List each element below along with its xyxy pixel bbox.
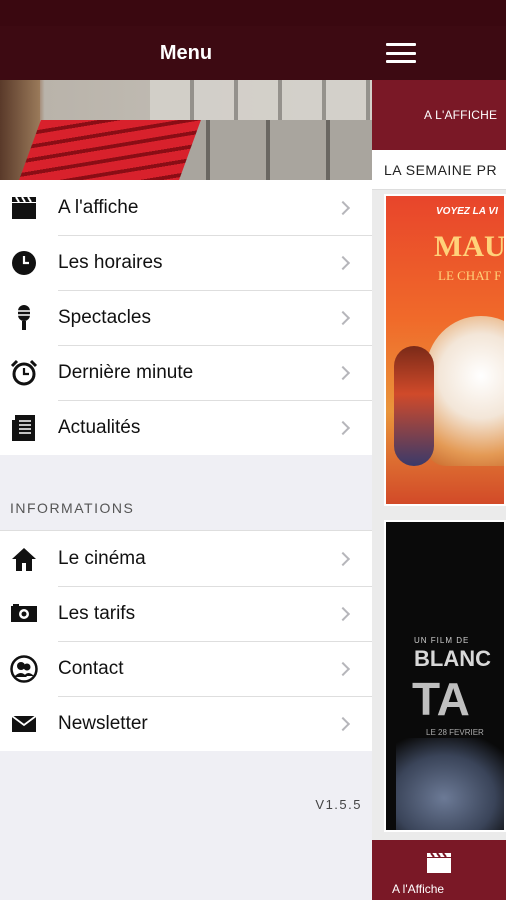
status-bar: [0, 0, 506, 26]
chevron-right-icon: [335, 255, 351, 270]
app-version: V1.5.5: [315, 797, 362, 812]
microphone-icon: [10, 304, 38, 332]
menu-item-label: Dernière minute: [58, 361, 194, 383]
poster-date: LE 28 FEVRIER: [426, 728, 484, 737]
bottom-tab-a-l-affiche[interactable]: A l'Affiche: [372, 840, 506, 900]
menu-item-label: A l'affiche: [58, 196, 139, 218]
section-title: LA SEMAINE PR: [372, 150, 506, 190]
chevron-right-icon: [335, 661, 351, 676]
menu-item-le-cinema[interactable]: Le cinéma: [0, 531, 372, 586]
poster-tagline: VOYEZ LA VI: [436, 206, 498, 217]
menu-item-spectacles[interactable]: Spectacles: [0, 290, 372, 345]
chevron-right-icon: [335, 310, 351, 325]
bottom-tab-label: A l'Affiche: [392, 882, 445, 896]
poster-girl-illustration: [394, 346, 434, 466]
alarm-clock-icon: [10, 359, 38, 387]
tab-a-l-affiche[interactable]: A L'AFFICHE: [372, 80, 506, 150]
menu-item-newsletter[interactable]: Newsletter: [0, 696, 372, 751]
ticket-icon: [10, 600, 38, 628]
info-menu-list: Le cinéma Les tarifs Contact Newsletter: [0, 531, 372, 751]
chevron-right-icon: [335, 420, 351, 435]
menu-item-label: Spectacles: [58, 306, 151, 328]
chevron-right-icon: [335, 365, 351, 380]
movie-poster[interactable]: UN FILM DE BLANC TA LE 28 FEVRIER: [384, 520, 506, 832]
menu-item-label: Le cinéma: [58, 547, 146, 569]
home-icon: [10, 545, 38, 573]
menu-item-les-tarifs[interactable]: Les tarifs: [0, 586, 372, 641]
menu-item-label: Newsletter: [58, 712, 148, 734]
poster-credit: UN FILM DE: [414, 636, 470, 645]
menu-title: Menu: [159, 41, 213, 64]
movie-poster[interactable]: VOYEZ LA VI MAUI LE CHAT F: [384, 194, 506, 506]
chevron-right-icon: [335, 551, 351, 566]
menu-item-derniere-minute[interactable]: Dernière minute: [0, 345, 372, 400]
poster-title: MAUI: [434, 230, 506, 263]
menu-item-label: Les tarifs: [58, 602, 136, 624]
chevron-right-icon: [335, 200, 351, 215]
envelope-icon: [10, 710, 38, 738]
main-panel: A L'AFFICHE LA SEMAINE PR VOYEZ LA VI MA…: [372, 26, 506, 900]
menu-item-label: Les horaires: [58, 251, 163, 273]
hamburger-menu-icon[interactable]: [386, 43, 416, 63]
section-heading-informations: INFORMATIONS: [0, 455, 372, 531]
poster-figure: [396, 738, 504, 830]
contacts-icon: [10, 654, 38, 683]
chevron-right-icon: [335, 716, 351, 731]
poster-subtitle: LE CHAT F: [438, 268, 502, 283]
poster-director: BLANC: [414, 646, 491, 671]
clapperboard-icon: [426, 852, 452, 874]
menu-item-actualites[interactable]: Actualités: [0, 400, 372, 455]
side-menu: Menu A l'affiche Les horaires Spectacles…: [0, 0, 372, 900]
poster-cat-illustration: [426, 316, 504, 466]
menu-item-les-horaires[interactable]: Les horaires: [0, 235, 372, 290]
menu-item-contact[interactable]: Contact: [0, 641, 372, 696]
main-menu-list: A l'affiche Les horaires Spectacles Dern…: [0, 180, 372, 455]
cinema-banner-image: [0, 80, 372, 180]
poster-title: TA: [412, 673, 470, 725]
clapperboard-icon: [10, 194, 38, 222]
clock-icon: [10, 249, 38, 277]
menu-item-a-l-affiche[interactable]: A l'affiche: [0, 180, 372, 235]
main-header: [372, 26, 506, 80]
chevron-right-icon: [335, 606, 351, 621]
menu-item-label: Contact: [58, 657, 124, 679]
screen: A L'AFFICHE LA SEMAINE PR VOYEZ LA VI MA…: [0, 0, 506, 900]
newspaper-icon: [10, 414, 38, 442]
menu-item-label: Actualités: [58, 416, 141, 438]
